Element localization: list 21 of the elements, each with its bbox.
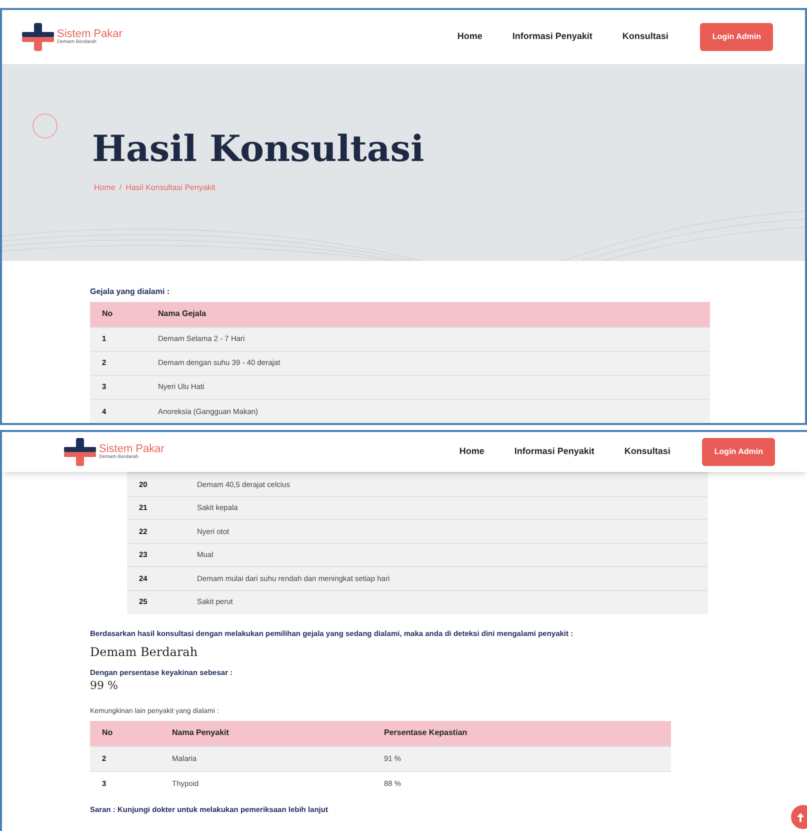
disease-name: Demam Berdarah: [90, 644, 198, 661]
nav-link[interactable]: Informasi Penyakit: [512, 30, 592, 44]
circle-decoration-icon: [32, 113, 58, 139]
nav-link[interactable]: Home: [459, 445, 484, 459]
medical-cross-logo-icon: [64, 438, 96, 466]
column-header: No: [90, 302, 146, 327]
section-label: Gejala yang dialami :: [90, 286, 171, 298]
nav-link[interactable]: Home: [457, 30, 482, 44]
confidence-value: 99 %: [90, 678, 118, 694]
up-arrow-icon: [797, 812, 804, 822]
breadcrumb-separator: /: [119, 182, 122, 194]
page-title: Hasil Konsultasi: [92, 131, 424, 167]
medical-cross-logo-icon: [22, 23, 54, 51]
nav-link[interactable]: Konsultasi: [624, 445, 670, 459]
nav-link[interactable]: Konsultasi: [622, 30, 668, 44]
column-header: Nama Penyakit: [160, 721, 372, 746]
column-header: Nama Gejala: [146, 302, 710, 327]
breadcrumb-current: Hasil Konsultasi Penyakit: [126, 182, 216, 194]
column-header: Persentase Kepastian: [372, 721, 671, 746]
column-header: No: [90, 721, 160, 746]
nav-link[interactable]: Informasi Penyakit: [514, 445, 594, 459]
